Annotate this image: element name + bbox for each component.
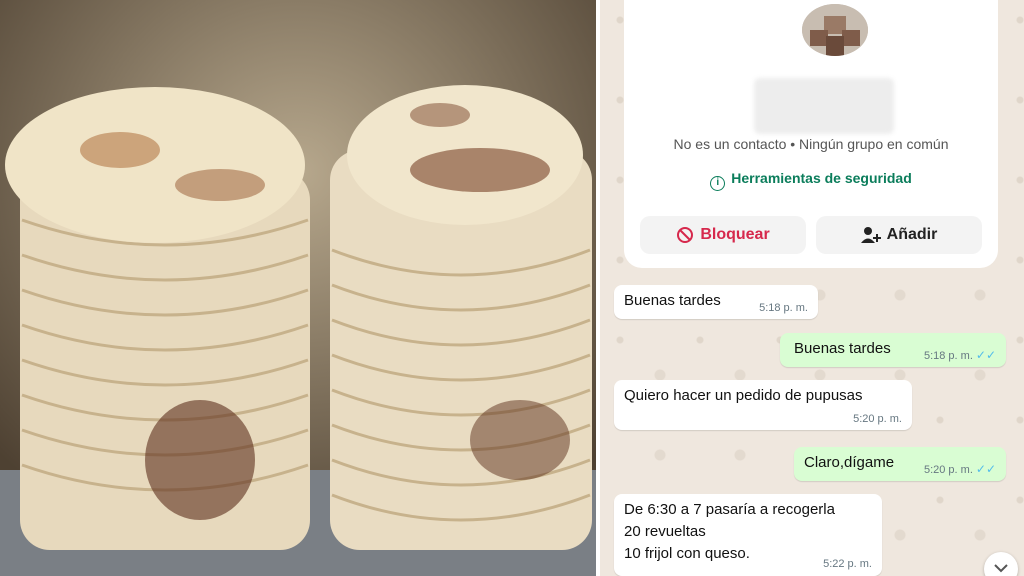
message-bubble-outgoing[interactable]: Claro,dígame 5:20 p. m. ✓✓ (794, 447, 1006, 481)
left-pupusa-stack (5, 87, 310, 550)
chevron-down-icon (994, 564, 1008, 573)
security-tools-label: Herramientas de seguridad (731, 170, 912, 186)
contact-name-blurred (754, 78, 894, 134)
block-button[interactable]: Bloquear (640, 216, 806, 254)
message-time: 5:20 p. m. (853, 413, 902, 425)
message-text: Quiero hacer un pedido de pupusas (624, 387, 863, 404)
message-time: 5:20 p. m. (923, 464, 973, 476)
message-bubble-outgoing[interactable]: Buenas tardes 5:18 p. m. ✓✓ (780, 333, 1006, 367)
message-text-line: De 6:30 a 7 pasaría a recogerla (624, 501, 835, 518)
message-time: 5:18 p. m. (759, 302, 808, 314)
contact-meta: No es un contacto • Ningún grupo en comú… (673, 136, 949, 152)
right-pupusa-stack (330, 85, 592, 550)
block-button-label: Bloquear (700, 226, 770, 243)
avatar[interactable] (802, 4, 868, 56)
contact-info-card: No es un contacto • Ningún grupo en comú… (624, 0, 998, 268)
add-contact-button[interactable]: Añadir (816, 216, 982, 254)
security-tools-link[interactable]: i Herramientas de seguridad (624, 170, 998, 191)
message-meta: 5:20 p. m. ✓✓ (924, 462, 996, 476)
chat-panel: No es un contacto • Ningún grupo en comú… (600, 0, 1024, 576)
message-bubble-incoming[interactable]: Quiero hacer un pedido de pupusas 5:20 p… (614, 380, 912, 430)
message-bubble-incoming[interactable]: Buenas tardes 5:18 p. m. (614, 285, 818, 319)
info-icon: i (710, 176, 726, 191)
add-contact-label: Añadir (886, 226, 938, 243)
block-icon (677, 227, 694, 243)
add-contact-icon (860, 227, 881, 243)
message-meta: 5:18 p. m. ✓✓ (924, 348, 996, 362)
scroll-to-bottom-button[interactable] (984, 552, 1018, 576)
double-check-icon: ✓✓ (975, 348, 996, 362)
message-bubble-incoming[interactable]: De 6:30 a 7 pasaría a recogerla 20 revue… (614, 494, 882, 576)
message-time: 5:18 p. m. (923, 350, 973, 362)
message-time: 5:22 p. m. (823, 558, 872, 570)
pupusas-photo (0, 0, 596, 576)
pupusas-illustration (0, 0, 596, 576)
double-check-icon: ✓✓ (975, 462, 996, 476)
message-text-line: 20 revueltas (624, 523, 706, 540)
